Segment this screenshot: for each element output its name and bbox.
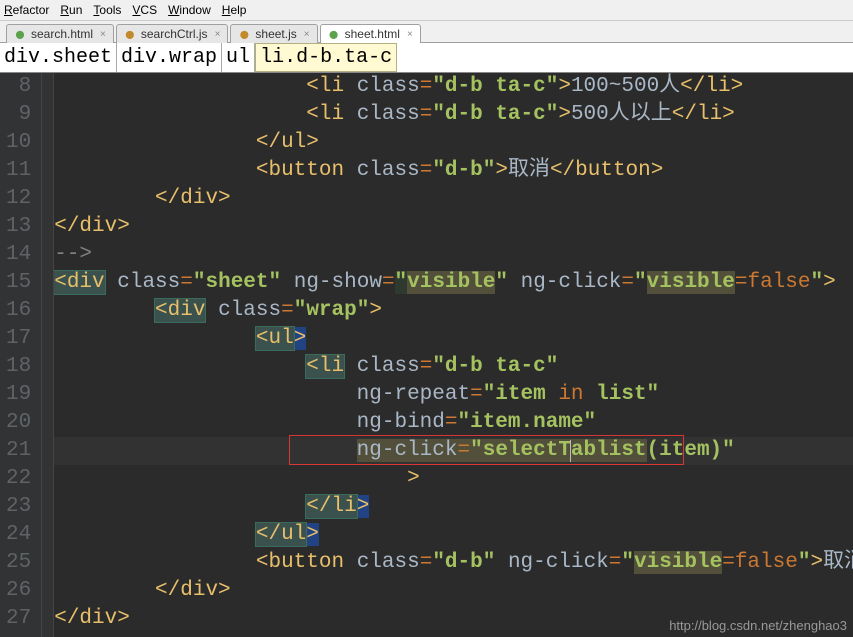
line-number: 23 — [6, 493, 31, 521]
line-number: 16 — [6, 297, 31, 325]
tab-label: searchCtrl.js — [141, 27, 208, 41]
tab-label: sheet.html — [345, 27, 400, 41]
code-line[interactable]: </div> — [54, 185, 853, 213]
code-line[interactable]: </ul> — [54, 129, 853, 157]
close-icon[interactable]: × — [100, 29, 106, 40]
file-icon — [328, 28, 340, 40]
code-line[interactable]: ng-bind="item.name" — [54, 409, 853, 437]
watermark-text: http://blog.csdn.net/zhenghao3 — [669, 618, 847, 633]
tab-label: sheet.js — [255, 27, 296, 41]
line-number: 8 — [6, 73, 31, 101]
code-area[interactable]: <li class="d-b ta-c">100~500人</li> <li c… — [54, 73, 853, 637]
code-line[interactable]: <div class="sheet" ng-show="visible" ng-… — [54, 269, 853, 297]
file-icon — [14, 28, 26, 40]
breadcrumb-segment[interactable]: div.sheet — [0, 43, 117, 72]
code-line[interactable]: > — [54, 465, 853, 493]
file-icon — [124, 28, 136, 40]
menu-item-refactor[interactable]: Refactor — [4, 3, 49, 17]
menu-item-tools[interactable]: Tools — [93, 3, 121, 17]
line-number: 24 — [6, 521, 31, 549]
line-number: 14 — [6, 241, 31, 269]
line-number: 26 — [6, 577, 31, 605]
menu-item-help[interactable]: Help — [222, 3, 247, 17]
breadcrumb-segment[interactable]: div.wrap — [117, 43, 222, 72]
line-number: 27 — [6, 605, 31, 633]
line-number: 22 — [6, 465, 31, 493]
line-number: 11 — [6, 157, 31, 185]
code-line[interactable]: <button class="d-b">取消</button> — [54, 157, 853, 185]
line-number: 18 — [6, 353, 31, 381]
menu-item-run[interactable]: Run — [60, 3, 82, 17]
code-line[interactable]: </div> — [54, 577, 853, 605]
breadcrumb-segment[interactable]: li.d-b.ta-c — [255, 43, 397, 72]
line-number: 17 — [6, 325, 31, 353]
line-number: 19 — [6, 381, 31, 409]
code-line[interactable]: ng-click="selectTablist(item)" — [54, 437, 853, 465]
editor-tab[interactable]: sheet.html × — [320, 24, 421, 43]
code-line[interactable]: </div> — [54, 213, 853, 241]
close-icon[interactable]: × — [215, 29, 221, 40]
menu-item-vcs[interactable]: VCS — [132, 3, 157, 17]
line-number: 12 — [6, 185, 31, 213]
code-line[interactable]: <button class="d-b" ng-click="visible=fa… — [54, 549, 853, 577]
code-line[interactable]: <li class="d-b ta-c" — [54, 353, 853, 381]
line-number: 13 — [6, 213, 31, 241]
text-caret — [570, 440, 571, 462]
code-line[interactable]: <div class="wrap"> — [54, 297, 853, 325]
code-line[interactable]: <ul> — [54, 325, 853, 353]
close-icon[interactable]: × — [304, 29, 310, 40]
code-editor[interactable]: 89101112131415161718192021222324252627 <… — [0, 73, 853, 637]
html-breadcrumb[interactable]: div.sheetdiv.wrapulli.d-b.ta-c — [0, 43, 853, 73]
line-number: 21 — [6, 437, 31, 465]
editor-tab[interactable]: sheet.js × — [230, 24, 317, 43]
editor-tab[interactable]: search.html × — [6, 24, 114, 43]
code-line[interactable]: </ul> — [54, 521, 853, 549]
breadcrumb-segment[interactable]: ul — [222, 43, 255, 72]
close-icon[interactable]: × — [407, 29, 413, 40]
editor-tab-bar: search.html×searchCtrl.js×sheet.js×sheet… — [0, 21, 853, 43]
tab-label: search.html — [31, 27, 93, 41]
main-menubar: Refactor Run Tools VCS Window Help — [0, 0, 853, 21]
code-line[interactable]: <li class="d-b ta-c">500人以上</li> — [54, 101, 853, 129]
editor-tab[interactable]: searchCtrl.js × — [116, 24, 229, 43]
line-number: 10 — [6, 129, 31, 157]
code-line[interactable]: --> — [54, 241, 853, 269]
line-number: 9 — [6, 101, 31, 129]
line-number: 25 — [6, 549, 31, 577]
line-number: 20 — [6, 409, 31, 437]
line-number-gutter: 89101112131415161718192021222324252627 — [0, 73, 42, 637]
code-line[interactable]: <li class="d-b ta-c">100~500人</li> — [54, 73, 853, 101]
code-line[interactable]: ng-repeat="item in list" — [54, 381, 853, 409]
file-icon — [238, 28, 250, 40]
code-line[interactable]: </li> — [54, 493, 853, 521]
menu-item-window[interactable]: Window — [168, 3, 211, 17]
line-number: 15 — [6, 269, 31, 297]
fold-column[interactable] — [42, 73, 54, 637]
